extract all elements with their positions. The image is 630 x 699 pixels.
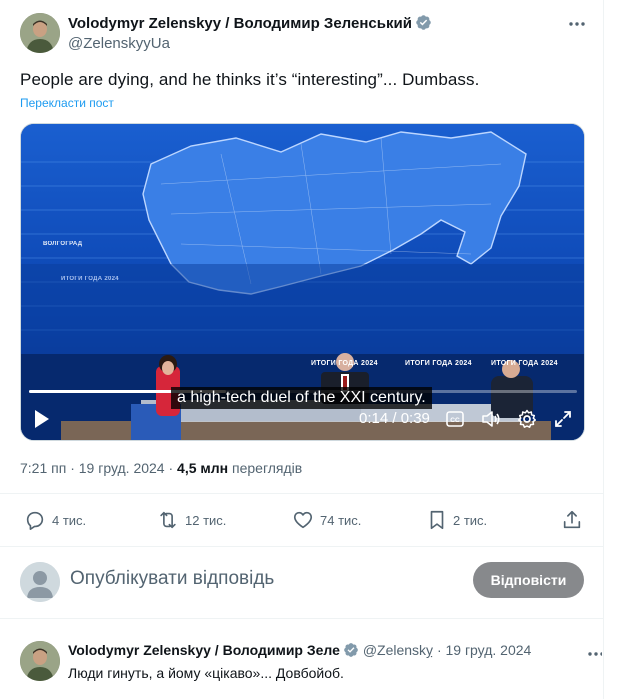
post-text: People are dying, and he thinks it’s “in… (20, 70, 480, 89)
captions-button[interactable]: CC (444, 408, 466, 430)
fullscreen-icon (555, 411, 571, 427)
repost-icon (160, 511, 176, 529)
reply-more-options-button[interactable] (588, 643, 602, 659)
svg-text:CC: CC (450, 417, 460, 424)
post-time[interactable]: 7:21 пп (20, 460, 66, 476)
reply-text: Люди гинуть, а йому «цікаво»... Довбойоб… (68, 665, 344, 681)
play-button[interactable] (33, 409, 53, 429)
repost-count: 12 тис. (185, 512, 227, 528)
volume-icon (482, 411, 500, 427)
verified-icon (344, 643, 358, 657)
current-user-avatar[interactable] (20, 562, 60, 602)
settings-icon (517, 409, 537, 428)
divider (0, 493, 604, 494)
post-detail: Volodymyr Zelenskyy / Володимир Зеленськ… (0, 0, 604, 699)
video-overlay-text: ИТОГИ ГОДА 2024 (311, 360, 378, 367)
video-time: 0:14 / 0:39 (359, 410, 430, 427)
share-icon (563, 510, 581, 529)
fullscreen-button[interactable] (552, 408, 574, 430)
video-overlay-text: ИТОГИ ГОДА 2024 (491, 360, 558, 367)
divider (0, 618, 604, 619)
more-icon (569, 22, 585, 26)
reply-author-handle[interactable]: @Zelenskỵ (363, 642, 433, 658)
post-date[interactable]: 19 груд. 2024 (79, 460, 165, 476)
video-overlay-text: ВОЛГОГРАД (43, 241, 83, 247)
meta-separator: · (168, 460, 178, 476)
more-icon (588, 652, 602, 656)
views-label: переглядів (232, 460, 303, 476)
bookmark-action[interactable]: 2 тис. (427, 508, 487, 532)
author-handle[interactable]: @ZelenskyyUa (68, 35, 170, 52)
views-count: 4,5 млн (177, 460, 229, 476)
author-name-text: Volodymyr Zelenskyy / Володимир Зеленськ… (68, 15, 412, 32)
bookmark-icon (430, 510, 444, 530)
post-meta: 7:21 пп · 19 груд. 2024 · 4,5 млн перегл… (20, 460, 302, 476)
video-player[interactable]: ИТОГИ ГОДА 2024 ИТОГИ ГОДА 2024 ИТОГИ ГО… (20, 123, 585, 441)
bookmark-count: 2 тис. (453, 512, 488, 528)
reply-date[interactable]: · 19 груд. 2024 (437, 642, 531, 658)
play-icon (35, 410, 49, 428)
like-count: 74 тис. (320, 512, 362, 528)
reply-author-name[interactable]: Volodymyr Zelenskyy / Володимир Зеле (68, 642, 340, 658)
more-options-button[interactable] (566, 14, 588, 34)
reply-header: Volodymyr Zelenskyy / Володимир Зеле @Ze… (68, 642, 560, 658)
captions-icon: CC (446, 411, 464, 427)
translate-post-link[interactable]: Перекласти пост (20, 96, 114, 110)
volume-button[interactable] (480, 408, 502, 430)
settings-button[interactable] (516, 408, 538, 430)
reply-icon (26, 511, 44, 530)
reply-action[interactable]: 4 тис. (24, 508, 86, 532)
repost-action[interactable]: 12 тис. (157, 508, 226, 532)
reply-count: 4 тис. (52, 512, 87, 528)
reply-button[interactable]: Відповісти (473, 562, 584, 598)
video-overlay-text: ИТОГИ ГОДА 2024 (405, 360, 472, 367)
like-icon (293, 511, 313, 529)
like-action[interactable]: 74 тис. (292, 508, 361, 532)
video-caption: a high-tech duel of the XXI century. (171, 387, 432, 409)
verified-icon (416, 15, 431, 30)
divider (0, 546, 604, 547)
share-action[interactable] (561, 508, 583, 532)
reply-author-avatar[interactable] (20, 641, 60, 681)
author-avatar[interactable] (20, 13, 60, 53)
video-overlay-text: ИТОГИ ГОДА 2024 (61, 276, 119, 282)
meta-separator: · (70, 460, 79, 476)
author-name[interactable]: Volodymyr Zelenskyy / Володимир Зеленськ… (68, 14, 432, 32)
reply-input[interactable]: Опублікувати відповідь (70, 568, 274, 590)
